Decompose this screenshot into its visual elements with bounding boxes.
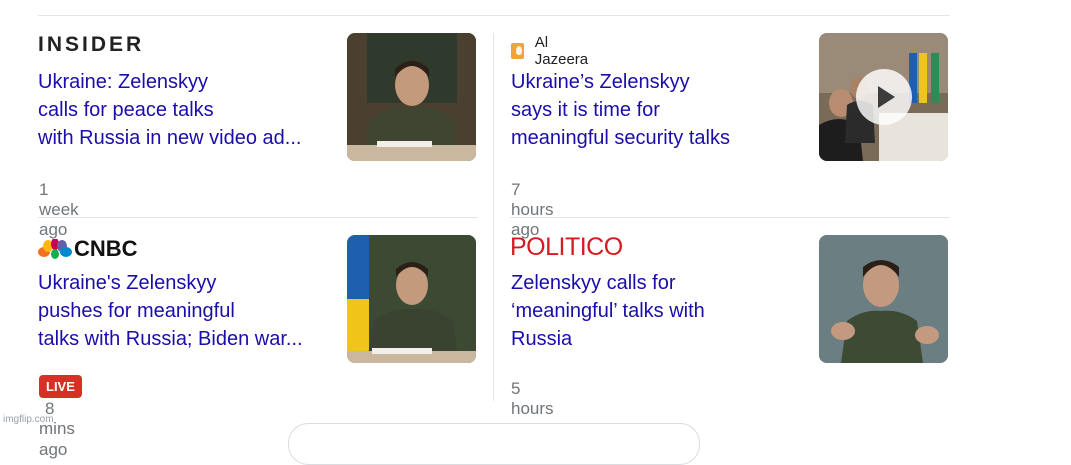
peacock-icon — [38, 239, 72, 259]
column-divider — [493, 33, 494, 401]
source-logo-cnbc: CNBC — [38, 236, 138, 262]
source-logo-aljazeera: Al Jazeera — [511, 34, 591, 68]
headline-link[interactable]: Ukraine: Zelenskyy calls for peace talks… — [38, 68, 330, 152]
row-divider-left — [38, 217, 478, 218]
thumbnail-image[interactable] — [347, 33, 476, 161]
play-icon[interactable] — [856, 69, 912, 125]
news-carousel: INSIDER Ukraine: Zelenskyy calls for pea… — [0, 0, 1071, 465]
timestamp: 1 week ago — [39, 180, 79, 239]
watermark: imgflip.com — [3, 414, 54, 425]
video-thumbnail[interactable] — [819, 33, 948, 161]
live-badge: LIVE — [39, 375, 82, 398]
timestamp: 7 hours ago — [511, 180, 554, 239]
thumbnail-image[interactable] — [347, 235, 476, 363]
aljazeera-icon — [511, 43, 524, 59]
headline-link[interactable]: Zelenskyy calls for ‘meaningful’ talks w… — [511, 269, 803, 353]
zelenskyy-desk-photo-icon — [347, 33, 476, 161]
source-logo-insider: INSIDER — [38, 33, 145, 56]
top-divider — [38, 15, 950, 16]
thumbnail-image[interactable] — [819, 235, 948, 363]
more-news-button[interactable] — [288, 423, 700, 465]
source-logo-politico: POLITICO — [510, 233, 623, 261]
headline-link[interactable]: Ukraine’s Zelenskyy says it is time for … — [511, 68, 803, 152]
headline-link[interactable]: Ukraine's Zelenskyy pushes for meaningfu… — [38, 269, 330, 353]
zelenskyy-flag-photo-icon — [347, 235, 476, 363]
zelenskyy-gesturing-photo-icon — [819, 235, 948, 363]
row-divider-right — [510, 217, 950, 218]
